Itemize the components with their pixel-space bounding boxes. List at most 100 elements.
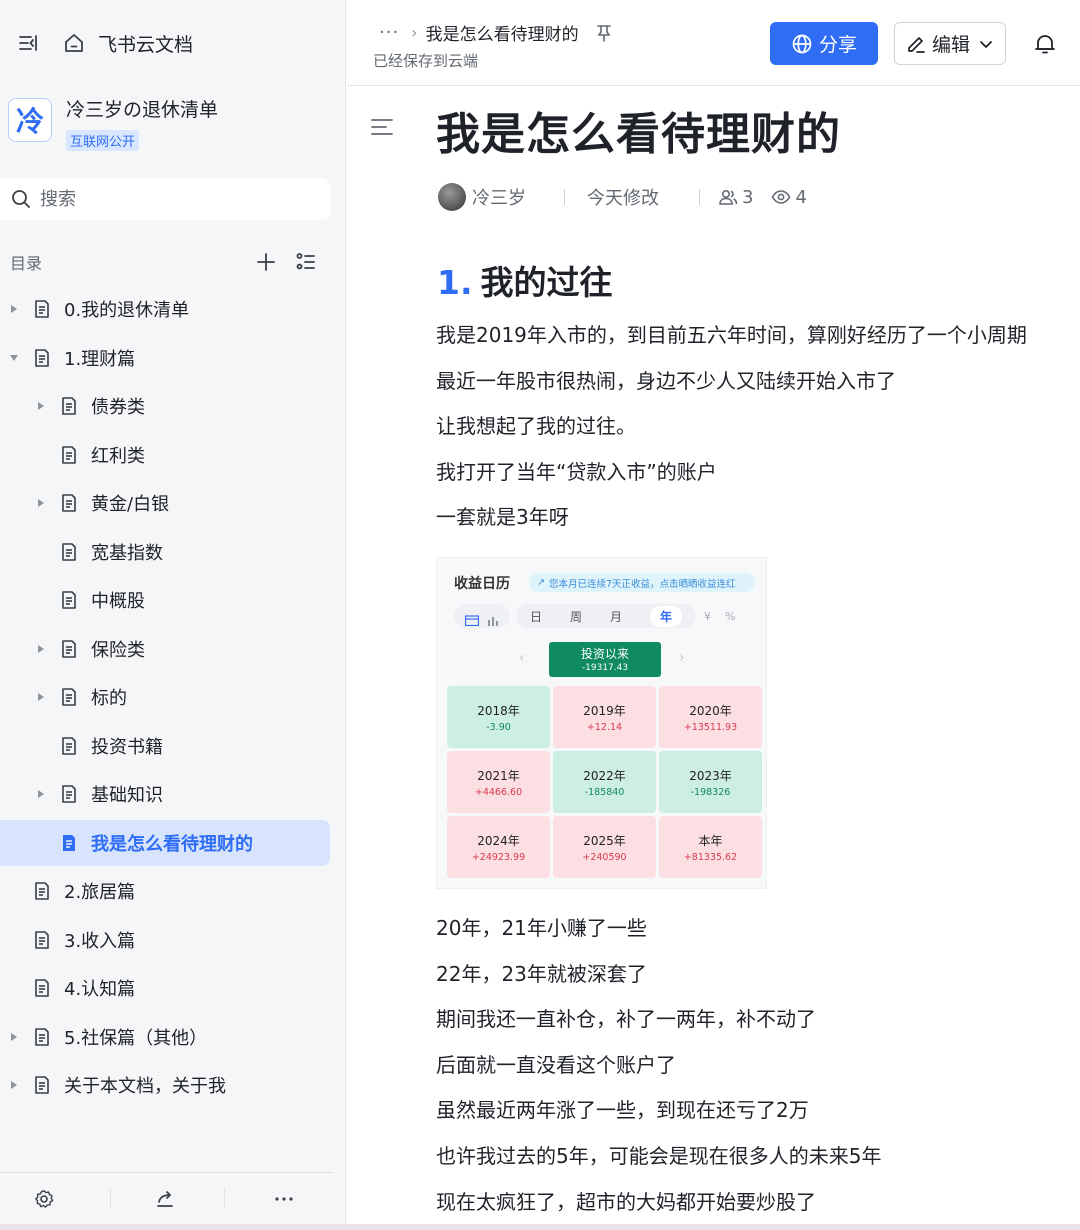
app-name[interactable]: 飞书云文档 xyxy=(98,30,193,57)
document-icon xyxy=(31,977,53,999)
year-cell: 2018年 -3.90 xyxy=(447,686,550,748)
avatar[interactable] xyxy=(438,183,466,211)
year-cell-year: 2020年 xyxy=(689,704,732,718)
add-icon[interactable] xyxy=(252,248,280,276)
caret-right-icon[interactable] xyxy=(33,641,49,657)
footer-divider xyxy=(110,1189,111,1209)
sidebar-tree-item[interactable]: 4.认知篇 xyxy=(0,965,330,1011)
year-cell: 2019年 +12.14 xyxy=(553,686,656,748)
year-cell-year: 2018年 xyxy=(477,704,520,718)
share-button[interactable]: 分享 xyxy=(770,22,878,65)
view-count[interactable]: 4 xyxy=(795,187,806,208)
breadcrumb-more[interactable]: ··· xyxy=(379,22,399,43)
shot-tip: ↗ 您本月已连续7天正收益，点击晒晒收益连红 xyxy=(529,573,755,592)
sidebar-tree-item[interactable]: 1.理财篇 xyxy=(0,335,330,381)
doc-meta: 冷三岁 今天修改 3 4 xyxy=(438,182,807,212)
year-cell-value: -198326 xyxy=(690,787,731,798)
sidebar-top-bar: 飞书云文档 xyxy=(0,20,346,66)
sidebar-tree-item[interactable]: 红利类 xyxy=(0,432,330,478)
sidebar-tree-item[interactable]: 黄金/白银 xyxy=(0,480,330,526)
chevron-right-icon: › xyxy=(679,650,685,666)
pencil-icon xyxy=(906,34,926,54)
sidebar-tree-item-label: 基础知识 xyxy=(91,785,163,806)
year-cell-year: 2019年 xyxy=(583,704,626,718)
space-header: 冷 冷三岁の退休清单 互联网公开 xyxy=(8,98,218,151)
year-cell: 2024年 +24923.99 xyxy=(447,816,550,878)
caret-right-icon[interactable] xyxy=(33,689,49,705)
document-icon xyxy=(31,880,53,902)
edit-button[interactable]: 编辑 xyxy=(894,22,1006,65)
chevron-down-icon xyxy=(978,36,994,52)
home-icon[interactable] xyxy=(60,29,88,57)
caret-right-icon[interactable] xyxy=(6,301,22,317)
doc-tree: 0.我的退休清单 1.理财篇 债券类 红利类 黄金/白银 宽基指数 中概股 保险类标的投资书籍… xyxy=(0,286,330,1111)
caret-down-icon[interactable] xyxy=(6,350,22,366)
shot-tip-text: 您本月已连续7天正收益，点击晒晒收益连红 xyxy=(548,578,736,590)
percent-toggle: % xyxy=(725,609,736,623)
embedded-screenshot-image[interactable]: 收益日历 ↗ 您本月已连续7天正收益，点击晒晒收益连红 日 周 月 年 ¥ % ‹ 投资… xyxy=(436,557,767,889)
pin-icon[interactable] xyxy=(595,24,613,42)
sidebar-tree-item[interactable]: 投资书籍 xyxy=(0,723,330,769)
year-cell: 2020年 +13511.93 xyxy=(659,686,762,748)
paragraph: 虽然最近两年涨了一些，到现在还亏了2万 xyxy=(436,1098,809,1123)
caret-right-icon[interactable] xyxy=(6,1077,22,1093)
caret-right-icon[interactable] xyxy=(33,495,49,511)
outline-toggle-icon[interactable] xyxy=(370,115,394,139)
share-out-icon[interactable] xyxy=(151,1185,179,1213)
chevron-left-icon: ‹ xyxy=(519,650,525,666)
year-cell-value: +81335.62 xyxy=(683,852,738,863)
sidebar-tree-item[interactable]: 宽基指数 xyxy=(0,529,330,575)
sidebar-tree-item[interactable]: 2.旅居篇 xyxy=(0,868,330,914)
paragraph: 也许我过去的5年，可能会是现在很多人的未来5年 xyxy=(436,1144,882,1168)
document-icon xyxy=(31,1026,53,1048)
meta-divider xyxy=(564,189,565,205)
document-icon xyxy=(58,395,80,417)
sidebar-tree-item[interactable]: 标的 xyxy=(0,674,330,720)
sidebar-tree-item[interactable]: 关于本文档，关于我 xyxy=(0,1062,330,1108)
sidebar-tree-item[interactable]: 3.收入篇 xyxy=(0,917,330,963)
shot-tabs: 日 周 月 年 ¥ % xyxy=(454,604,757,628)
paragraph: 让我想起了我的过往。 xyxy=(436,414,636,439)
sidebar-tree-item[interactable]: 债券类 xyxy=(0,383,330,429)
sidebar-tree-item[interactable]: 基础知识 xyxy=(0,771,330,817)
collaborator-count[interactable]: 3 xyxy=(742,187,753,208)
summary-label: 投资以来 xyxy=(580,647,629,661)
period-tab: 周 xyxy=(569,609,582,624)
year-grid: 2018年 -3.90 2019年 +12.14 2020年 +13511.93 2021年… xyxy=(447,686,763,878)
document-icon xyxy=(31,1074,53,1096)
outline-settings-icon[interactable] xyxy=(292,248,320,276)
search-box[interactable] xyxy=(0,178,330,220)
sidebar-tree-item-label: 标的 xyxy=(91,688,127,709)
sidebar-tree-item[interactable]: 我是怎么看待理财的 xyxy=(0,819,330,866)
search-input[interactable] xyxy=(40,188,290,210)
sidebar-tree-item-label: 投资书籍 xyxy=(91,736,163,758)
footer-divider xyxy=(224,1189,225,1209)
paragraph: 22年，23年就被深套了 xyxy=(436,961,647,986)
paragraph: 一套就是3年呀 xyxy=(436,505,569,530)
doc-header: ··· › 我是怎么看待理财的 已经保存到云端 分享 编辑 xyxy=(347,0,1080,86)
eye-icon xyxy=(771,187,791,207)
sidebar-tree-item[interactable]: 5.社保篇（其他） xyxy=(0,1014,330,1060)
document-icon xyxy=(58,686,80,708)
sidebar-tree-item[interactable]: 0.我的退休清单 xyxy=(0,286,330,332)
globe-icon xyxy=(791,33,813,55)
paragraph: 20年，21年小赚了一些 xyxy=(436,916,647,940)
sidebar-tree-item[interactable]: 中概股 xyxy=(0,577,330,623)
author-name[interactable]: 冷三岁 xyxy=(472,184,526,210)
collapse-sidebar-icon[interactable] xyxy=(14,29,42,57)
caret-right-icon[interactable] xyxy=(33,786,49,802)
caret-right-icon[interactable] xyxy=(33,398,49,414)
space-title[interactable]: 冷三岁の退休清单 xyxy=(66,98,218,122)
breadcrumb: ··· › 我是怎么看待理财的 xyxy=(379,20,613,45)
bell-icon[interactable] xyxy=(1031,30,1059,58)
calendar-icon xyxy=(464,611,480,627)
breadcrumb-current[interactable]: 我是怎么看待理财的 xyxy=(426,20,579,45)
document-icon xyxy=(58,783,80,805)
settings-icon[interactable] xyxy=(30,1185,58,1213)
sidebar-tree-item[interactable]: 保险类 xyxy=(0,626,330,672)
summary-pill: 投资以来 -19317.43 xyxy=(549,642,661,677)
more-icon[interactable] xyxy=(270,1185,298,1213)
period-tabs: 日周月年 xyxy=(516,604,696,628)
sidebar-tree-item-label: 3.收入篇 xyxy=(64,930,136,952)
caret-right-icon[interactable] xyxy=(6,1029,22,1045)
